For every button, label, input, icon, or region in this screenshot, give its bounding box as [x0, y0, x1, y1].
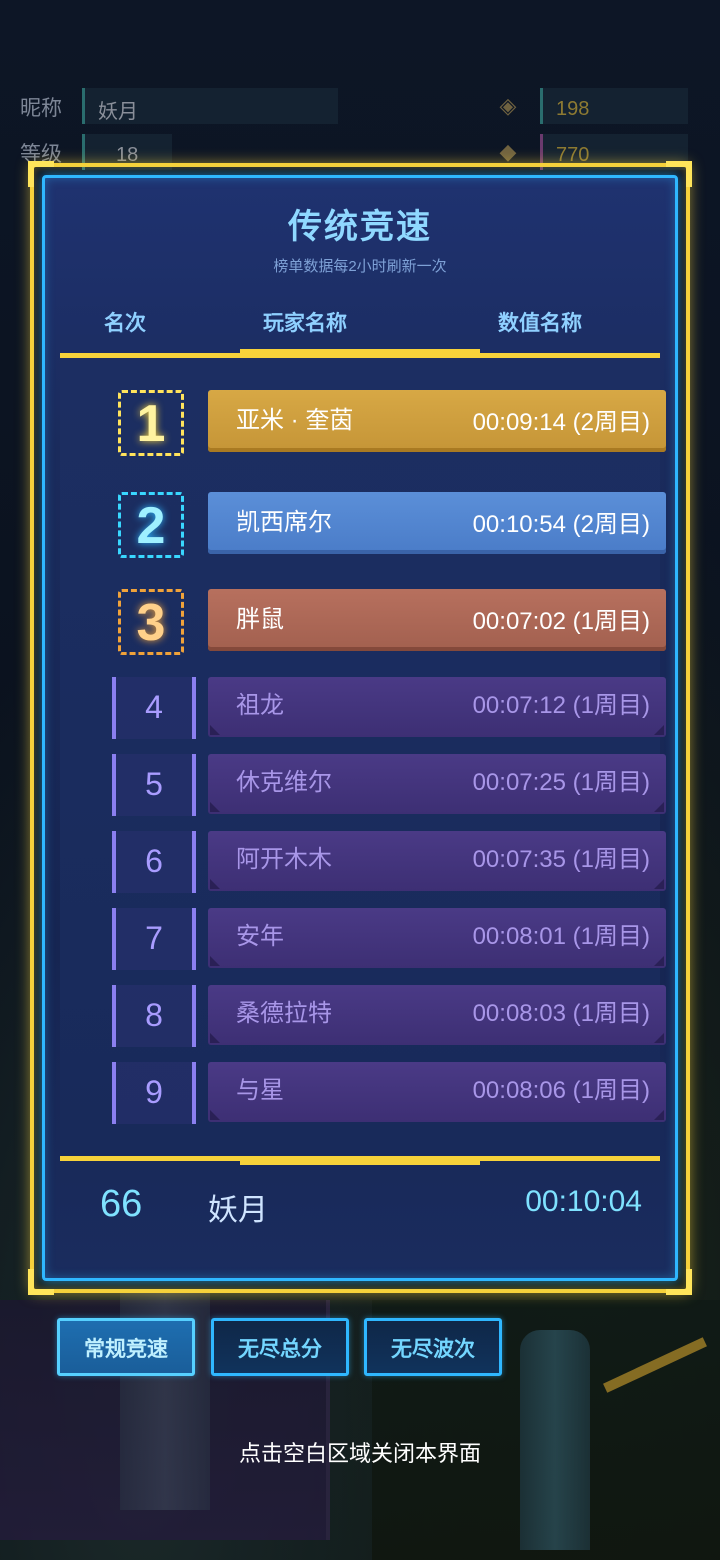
ranking-bar: 胖鼠 00:07:02 (1周目): [208, 589, 666, 651]
rank-badge: 9: [112, 1062, 196, 1124]
currency1-value: 198: [556, 98, 590, 120]
close-hint: 点击空白区域关闭本界面: [238, 1441, 481, 1466]
dialog-title: 传统竞速: [288, 208, 432, 246]
ranking-bar: 祖龙 00:07:12 (1周目): [208, 677, 666, 737]
tab-endless-waves[interactable]: 无尽波次: [364, 1318, 502, 1376]
ranking-list[interactable]: 1 亚米 · 奎茵 00:09:14 (2周目) 2 凯西席尔 00:10:54…: [60, 349, 666, 1165]
ranking-bar: 亚米 · 奎茵 00:09:14 (2周目): [208, 390, 666, 452]
ranking-bar: 桑德拉特 00:08:03 (1周目): [208, 985, 666, 1045]
leaderboard-dialog: 传统竞速 榜单数据每2小时刷新一次 名次 玩家名称 数值名称 1 亚米 · 奎茵…: [28, 161, 692, 1295]
rank-badge: 4: [112, 677, 196, 739]
player-time: 00:07:25 (1周目): [472, 769, 650, 796]
player-time: 00:08:03 (1周目): [472, 1000, 650, 1027]
nickname-value: 妖月: [98, 101, 138, 123]
player-name: 安年: [236, 923, 284, 950]
dialog-subtitle: 榜单数据每2小时刷新一次: [273, 258, 447, 275]
player-time: 00:07:35 (1周目): [472, 846, 650, 873]
rank-badge: 5: [112, 754, 196, 816]
column-header-player: 玩家名称: [263, 312, 347, 335]
coin-icon: ◈: [499, 93, 517, 118]
my-rank: 66: [100, 1183, 143, 1225]
rank-3-badge: 3: [118, 589, 184, 655]
ranking-bar: 阿开木木 00:07:35 (1周目): [208, 831, 666, 891]
player-name: 阿开木木: [236, 846, 332, 873]
rank-1-badge: 1: [118, 390, 184, 456]
frame-corner: [28, 161, 54, 187]
tab-regular-race[interactable]: 常规竞速: [57, 1318, 195, 1376]
tab-endless-score[interactable]: 无尽总分: [211, 1318, 349, 1376]
player-name: 祖龙: [236, 692, 284, 719]
rank-badge: 8: [112, 985, 196, 1047]
player-time: 00:09:14 (2周目): [472, 409, 650, 436]
frame-corner: [666, 1269, 692, 1295]
player-time: 00:10:54 (2周目): [472, 511, 650, 538]
nickname-label: 昵称: [20, 97, 62, 120]
ranking-bar: 安年 00:08:01 (1周目): [208, 908, 666, 968]
frame-corner: [666, 161, 692, 187]
column-header-value: 数值名称: [498, 312, 582, 335]
player-time: 00:08:06 (1周目): [472, 1077, 650, 1104]
player-name: 亚米 · 奎茵: [236, 407, 354, 434]
ranking-bar: 与星 00:08:06 (1周目): [208, 1062, 666, 1122]
rank-badge: 6: [112, 831, 196, 893]
player-name: 凯西席尔: [236, 509, 332, 536]
my-time: 00:10:04: [525, 1185, 642, 1218]
player-name: 休克维尔: [236, 769, 332, 796]
ranking-bar: 凯西席尔 00:10:54 (2周目): [208, 492, 666, 554]
my-name: 妖月: [208, 1194, 268, 1227]
cat-icon: ◆: [499, 139, 517, 164]
ranking-bar: 休克维尔 00:07:25 (1周目): [208, 754, 666, 814]
player-name: 与星: [236, 1077, 284, 1104]
player-time: 00:07:12 (1周目): [472, 692, 650, 719]
player-time: 00:08:01 (1周目): [472, 923, 650, 950]
player-name: 桑德拉特: [236, 1000, 332, 1027]
rank-badge: 7: [112, 908, 196, 970]
player-time: 00:07:02 (1周目): [472, 608, 650, 635]
column-header-rank: 名次: [104, 312, 146, 335]
player-name: 胖鼠: [236, 606, 284, 633]
frame-corner: [28, 1269, 54, 1295]
rank-2-badge: 2: [118, 492, 184, 558]
